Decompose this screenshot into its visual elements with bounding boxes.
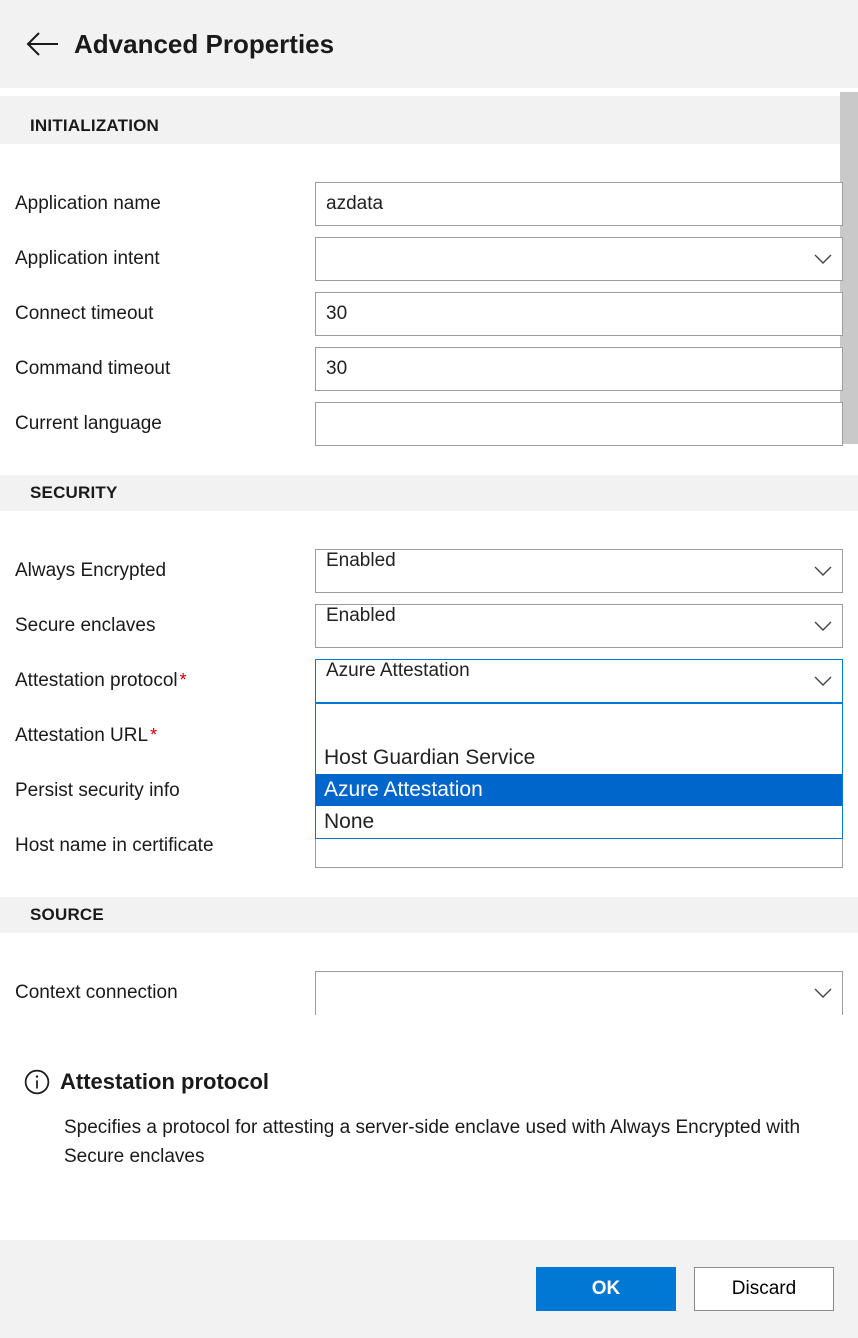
page-title: Advanced Properties	[74, 29, 334, 60]
section-header-initialization: INITIALIZATION	[0, 108, 858, 144]
label-application-intent: Application intent	[15, 248, 315, 270]
chevron-down-icon	[814, 670, 832, 692]
label-context-connection: Context connection	[15, 982, 315, 1004]
back-button[interactable]	[20, 22, 64, 66]
chevron-down-icon	[814, 982, 832, 1004]
section-body-initialization: Application name Application intent	[0, 144, 858, 475]
attestation-protocol-dropdown: Host Guardian Service Azure Attestation …	[315, 703, 843, 839]
application-name-input[interactable]	[315, 182, 843, 226]
discard-button[interactable]: Discard	[694, 1267, 834, 1311]
section-header-security: SECURITY	[0, 475, 858, 511]
label-command-timeout: Command timeout	[15, 358, 315, 380]
section-body-security: Always Encrypted Enabled Secure enclaves…	[0, 511, 858, 897]
chevron-down-icon	[814, 248, 832, 270]
label-always-encrypted: Always Encrypted	[15, 560, 315, 582]
secure-enclaves-select[interactable]: Enabled	[315, 604, 843, 648]
section-header-source: SOURCE	[0, 897, 858, 933]
label-connect-timeout: Connect timeout	[15, 303, 315, 325]
dropdown-option-azure[interactable]: Azure Attestation	[316, 774, 842, 806]
info-panel: Attestation protocol Specifies a protoco…	[0, 1036, 858, 1240]
dropdown-option-hgs[interactable]: Host Guardian Service	[316, 742, 842, 774]
scroll-area: INITIALIZATION Application name Applicat…	[0, 88, 858, 1036]
info-description: Specifies a protocol for attesting a ser…	[64, 1113, 824, 1172]
context-connection-select[interactable]	[315, 971, 843, 1015]
label-secure-enclaves: Secure enclaves	[15, 615, 315, 637]
info-icon	[24, 1069, 50, 1095]
connect-timeout-input[interactable]	[315, 292, 843, 336]
titlebar: Advanced Properties	[0, 0, 858, 88]
attestation-protocol-select[interactable]: Azure Attestation	[315, 659, 843, 703]
dropdown-option-none[interactable]: None	[316, 806, 842, 838]
always-encrypted-select[interactable]: Enabled	[315, 549, 843, 593]
label-attestation-url: Attestation URL*	[15, 725, 315, 747]
chevron-down-icon	[814, 615, 832, 637]
chevron-down-icon	[814, 560, 832, 582]
command-timeout-input[interactable]	[315, 347, 843, 391]
label-host-name-in-certificate: Host name in certificate	[15, 835, 315, 857]
label-current-language: Current language	[15, 413, 315, 435]
label-application-name: Application name	[15, 193, 315, 215]
back-arrow-icon	[25, 30, 59, 58]
application-intent-select[interactable]	[315, 237, 843, 281]
ok-button[interactable]: OK	[536, 1267, 676, 1311]
section-body-source: Context connection	[0, 933, 858, 1020]
label-persist-security-info: Persist security info	[15, 780, 315, 802]
label-attestation-protocol: Attestation protocol*	[15, 670, 315, 692]
current-language-input[interactable]	[315, 402, 843, 446]
button-bar: OK Discard	[0, 1240, 858, 1338]
info-title: Attestation protocol	[60, 1069, 269, 1095]
